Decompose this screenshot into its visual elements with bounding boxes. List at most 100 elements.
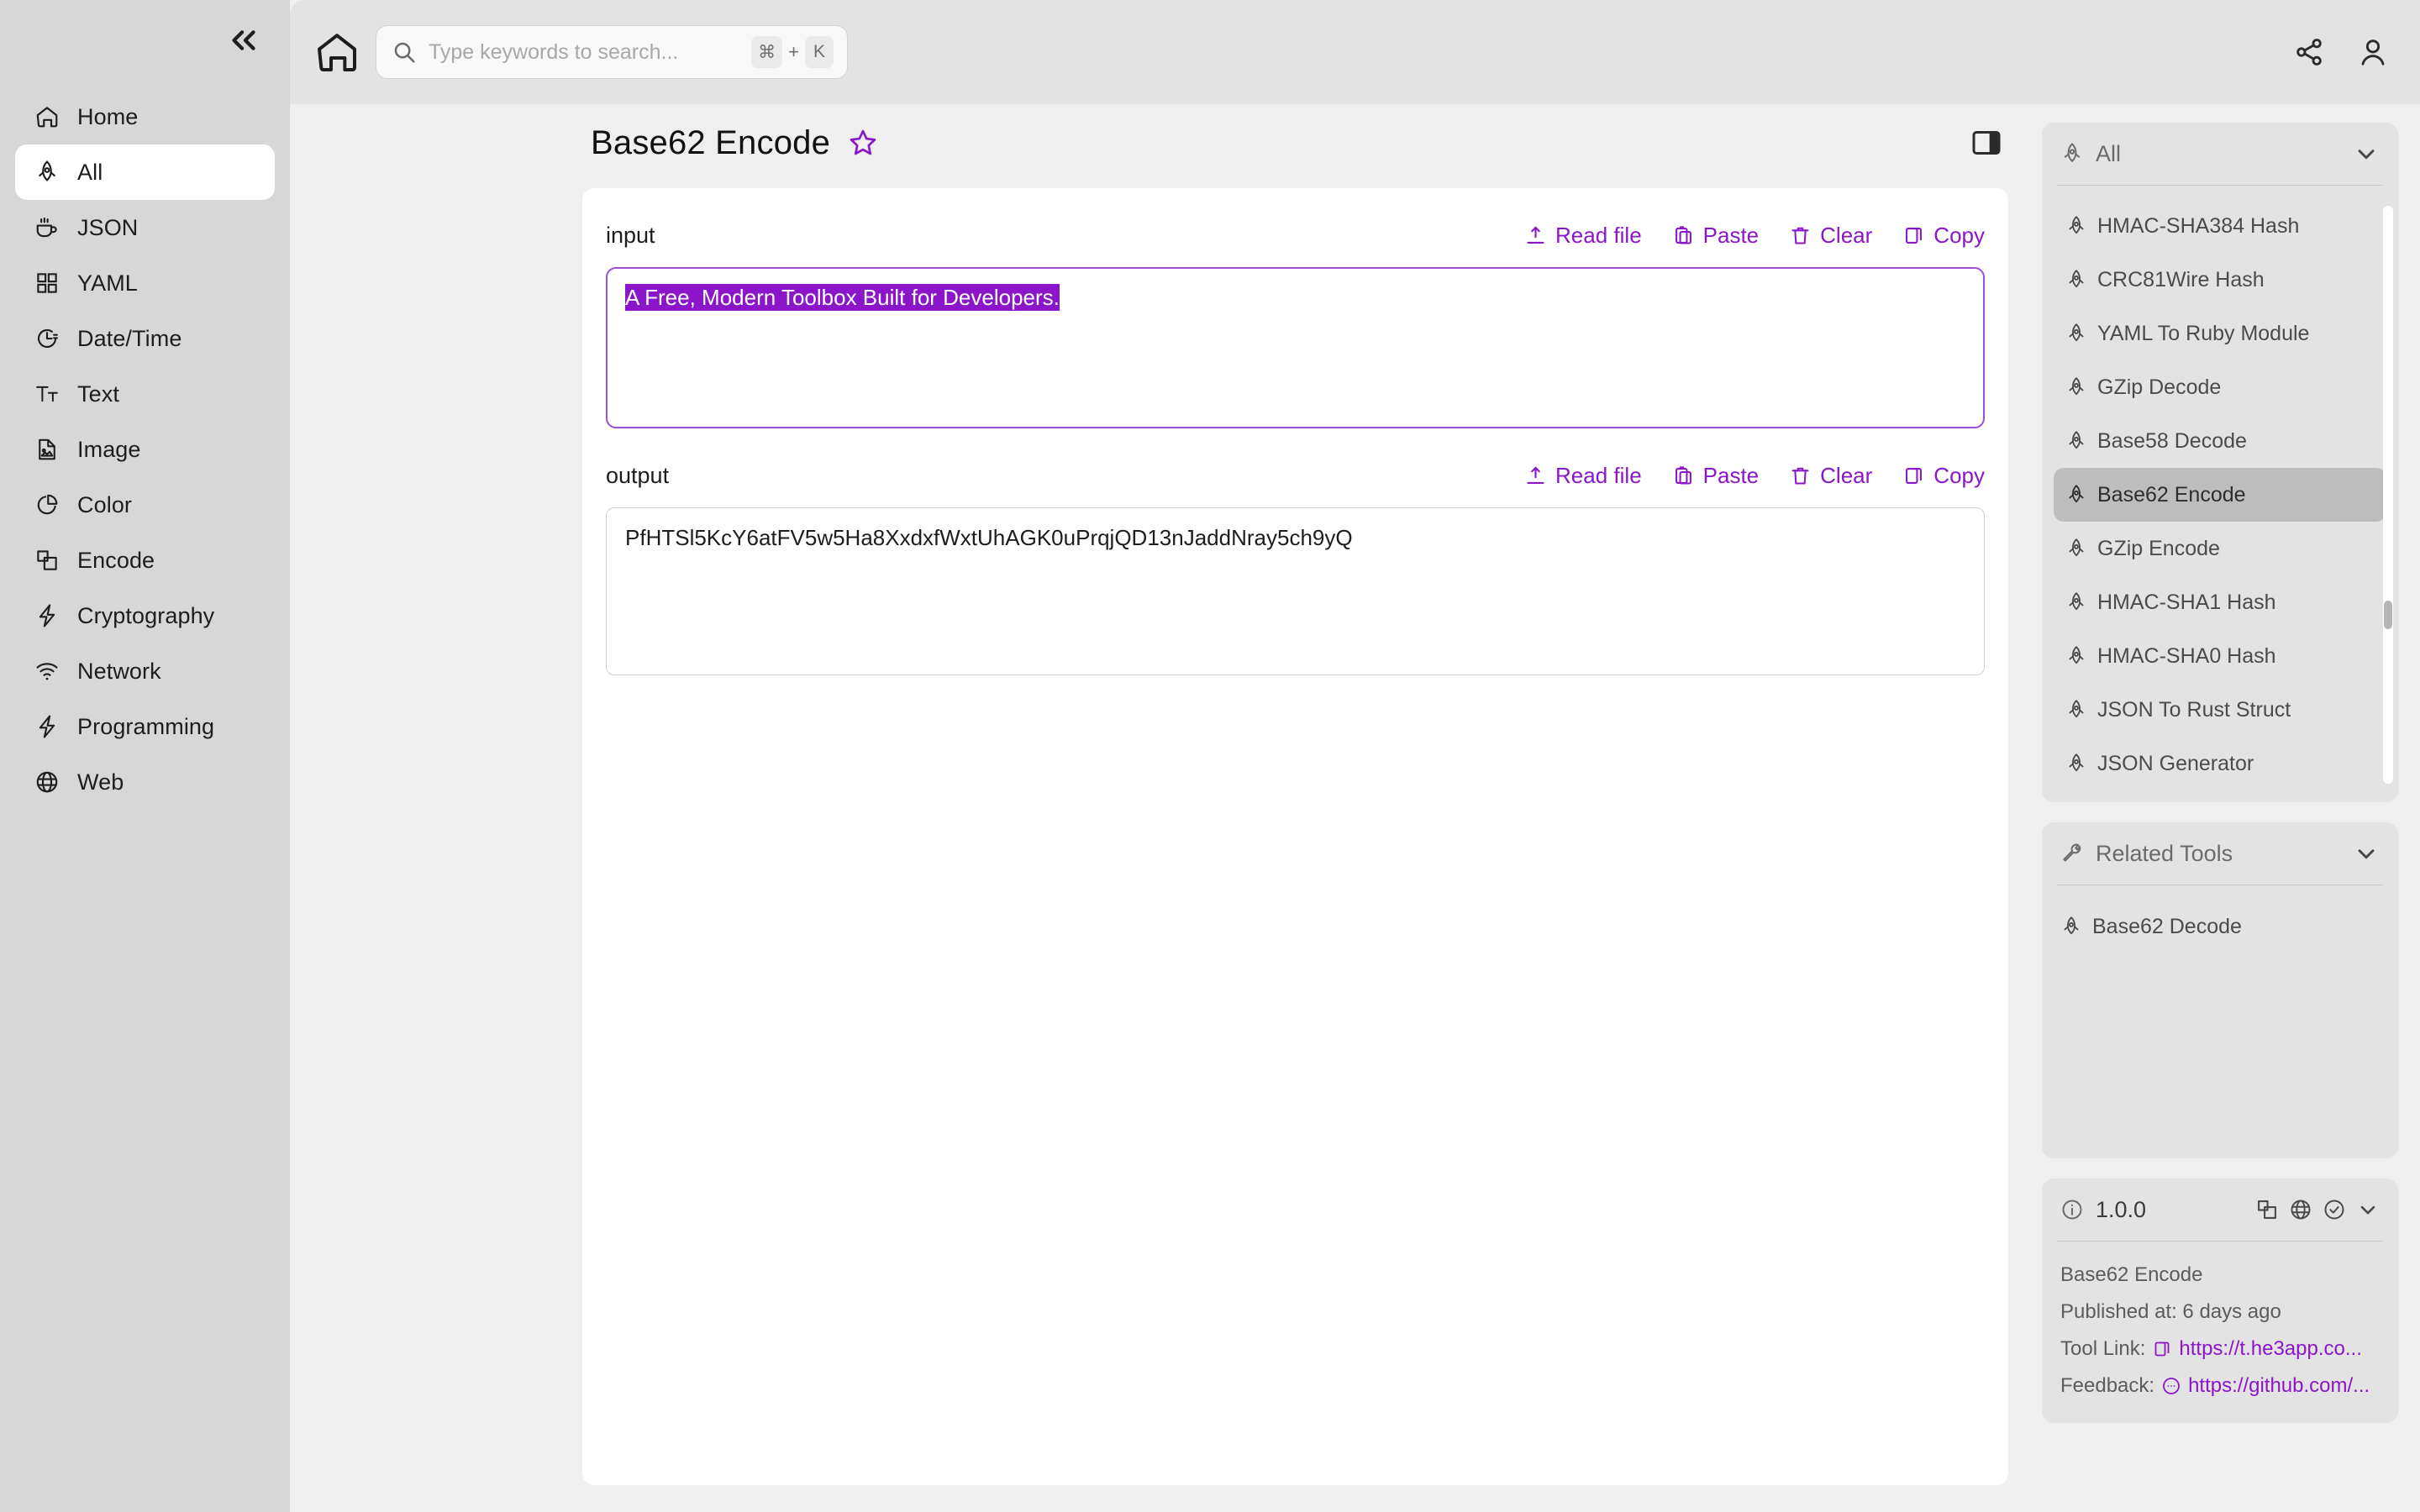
- field-gap: [606, 428, 1985, 457]
- house-icon: [34, 103, 60, 130]
- sidebar-item-encode[interactable]: Encode: [15, 533, 275, 588]
- trash-icon: [1791, 227, 1809, 244]
- share-button[interactable]: [2292, 35, 2326, 69]
- home-button[interactable]: [313, 29, 360, 76]
- input-textarea[interactable]: A Free, Modern Toolbox Built for Develop…: [606, 267, 1985, 428]
- feedback-value[interactable]: https://github.com/...: [2188, 1374, 2370, 1398]
- input-clear-button[interactable]: Clear: [1789, 223, 1872, 249]
- sidebar-item-yaml[interactable]: YAML: [15, 255, 275, 311]
- copy-layers-icon: [2258, 1200, 2276, 1219]
- sidebar-item-label: Network: [77, 658, 161, 684]
- sidebar-item-network[interactable]: Network: [15, 643, 275, 699]
- tool-item[interactable]: GZip Encode: [2054, 522, 2386, 575]
- output-read-file-button[interactable]: Read file: [1524, 463, 1642, 489]
- main-area: Type keywords to search... ⌘ + K Base62 …: [290, 0, 2420, 1512]
- tool-item[interactable]: JSON To Rust Struct: [2054, 683, 2386, 737]
- right-panel-toggle[interactable]: [1970, 126, 2003, 160]
- sidebar-item-label: Cryptography: [77, 602, 215, 628]
- sidebar-item-label: Text: [77, 381, 119, 407]
- tool-item[interactable]: YAML To Ruby Module: [2054, 307, 2386, 360]
- related-tools-chevron[interactable]: [2353, 840, 2380, 867]
- version-published: Published at: 6 days ago: [2060, 1294, 2380, 1331]
- pie-chart-icon: [34, 491, 60, 518]
- related-tools-title: Related Tools: [2096, 840, 2233, 866]
- input-copy-button[interactable]: Copy: [1902, 223, 1985, 249]
- copy-icon[interactable]: [2152, 1339, 2172, 1359]
- kbd-letter: K: [805, 36, 834, 68]
- rocket-icon: [2064, 916, 2079, 935]
- output-header: output Read file Paste Clear Copy: [606, 457, 1985, 494]
- tool-link-value[interactable]: https://t.he3app.co...: [2179, 1337, 2361, 1361]
- wrench-icon: [2063, 843, 2081, 862]
- tool-item[interactable]: HMAC-SHA1 Hash: [2054, 575, 2386, 629]
- tool-item[interactable]: Base58 Decode: [2054, 414, 2386, 468]
- output-paste-button[interactable]: Paste: [1672, 462, 1760, 489]
- clock-icon: [34, 325, 60, 352]
- sidebar-item-datetime[interactable]: Date/Time: [15, 311, 275, 366]
- open-web-button[interactable]: [2289, 1198, 2312, 1221]
- sidebar-collapse-button[interactable]: [224, 21, 263, 60]
- account-button[interactable]: [2356, 35, 2390, 69]
- related-tools-list: Base62 Decode: [2042, 885, 2398, 971]
- kbd-command: ⌘: [751, 36, 783, 68]
- output-clear-button[interactable]: Clear: [1789, 463, 1872, 489]
- sidebar-item-cryptography[interactable]: Cryptography: [15, 588, 275, 643]
- duplicate-button[interactable]: [2255, 1198, 2279, 1221]
- input-paste-button[interactable]: Paste: [1672, 222, 1760, 249]
- related-tool-item[interactable]: Base62 Decode: [2060, 900, 2380, 953]
- tools-scrollbar[interactable]: [2383, 206, 2393, 784]
- tool-item[interactable]: HMAC-SHA0 Hash: [2054, 629, 2386, 683]
- sidebar-item-label: Color: [77, 491, 133, 517]
- version-card-chevron[interactable]: [2356, 1198, 2380, 1221]
- sidebar-item-web[interactable]: Web: [15, 754, 275, 810]
- title-row: Base62 Encode: [290, 104, 2033, 181]
- image-file-icon: [34, 436, 60, 463]
- tool-item-selected[interactable]: Base62 Encode: [2054, 468, 2386, 522]
- tools-scrollbar-thumb[interactable]: [2384, 601, 2392, 629]
- action-label: Clear: [1820, 462, 1873, 488]
- top-bar: Type keywords to search... ⌘ + K: [290, 0, 2420, 104]
- sidebar-item-home[interactable]: Home: [15, 89, 275, 144]
- sidebar-item-programming[interactable]: Programming: [15, 699, 275, 754]
- output-textarea[interactable]: PfHTSl5KcY6atFV5w5Ha8XxdxfWxtUhAGK0uPrqj…: [606, 507, 1985, 675]
- bolt-icon: [34, 713, 60, 740]
- sidebar-nav: Home All JSON YAML Date/Time Text Image: [15, 89, 275, 810]
- rocket-icon: [2069, 377, 2084, 396]
- verified-button[interactable]: [2323, 1198, 2346, 1221]
- search-input[interactable]: Type keywords to search... ⌘ + K: [376, 25, 848, 79]
- search-shortcut: ⌘ + K: [751, 36, 834, 68]
- input-read-file-button[interactable]: Read file: [1524, 223, 1642, 249]
- chat-icon[interactable]: [2161, 1376, 2181, 1396]
- output-copy-button[interactable]: Copy: [1902, 463, 1985, 489]
- rocket-icon: [2069, 700, 2084, 718]
- search-placeholder: Type keywords to search...: [429, 39, 679, 64]
- version-card-actions: [2255, 1198, 2380, 1221]
- sidebar-item-image[interactable]: Image: [15, 422, 275, 477]
- sidebar-item-color[interactable]: Color: [15, 477, 275, 533]
- right-panel-icon: [1972, 131, 2001, 155]
- chevron-down-icon: [2358, 849, 2375, 859]
- sidebar-header: [15, 0, 275, 81]
- tool-item-label: HMAC-SHA1 Hash: [2097, 590, 2276, 614]
- output-actions: Read file Paste Clear Copy: [1524, 463, 1985, 489]
- sidebar-item-all[interactable]: All: [15, 144, 275, 200]
- rocket-icon: [2069, 753, 2084, 772]
- sidebar-item-json[interactable]: JSON: [15, 200, 275, 255]
- sidebar: Home All JSON YAML Date/Time Text Image: [0, 0, 290, 1512]
- related-tool-label: Base62 Decode: [2092, 914, 2242, 938]
- star-outline-icon[interactable]: [847, 127, 879, 159]
- home-icon: [318, 34, 356, 71]
- version-card-header: 1.0.0: [2042, 1179, 2398, 1241]
- version-tool-link: Tool Link: https://t.he3app.co...: [2060, 1331, 2380, 1368]
- right-rail: All HMAC-SHA384 Hash CRC81Wire Hash YAML…: [2033, 104, 2420, 1512]
- tool-item-label: CRC81Wire Hash: [2097, 267, 2265, 291]
- sidebar-item-text[interactable]: Text: [15, 366, 275, 422]
- upload-icon: [1527, 466, 1544, 484]
- action-label: Paste: [1702, 222, 1760, 248]
- tools-card-chevron[interactable]: [2353, 140, 2380, 167]
- tool-item[interactable]: GZip Decode: [2054, 360, 2386, 414]
- action-label: Paste: [1702, 462, 1760, 488]
- tool-item[interactable]: JSON Generator: [2054, 737, 2386, 790]
- tool-item[interactable]: HMAC-SHA384 Hash: [2054, 199, 2386, 253]
- tool-item[interactable]: CRC81Wire Hash: [2054, 253, 2386, 307]
